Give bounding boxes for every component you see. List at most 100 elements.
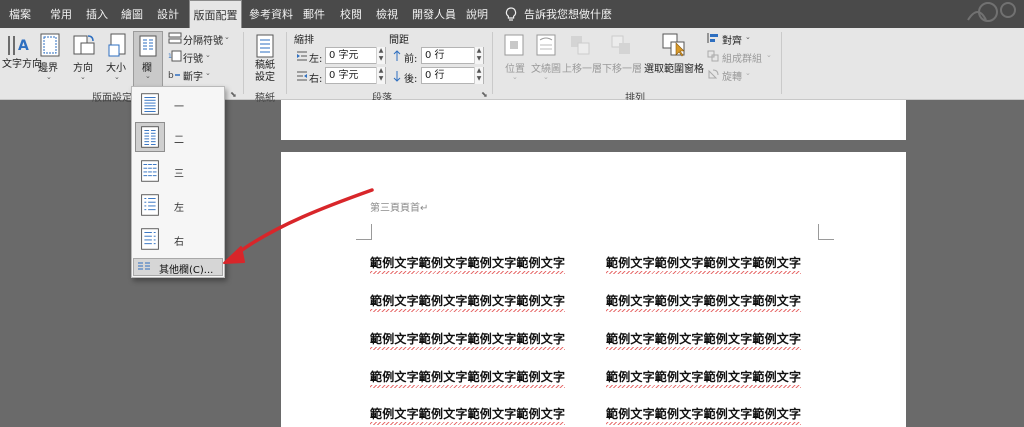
tab-draw[interactable]: 繪圖 — [121, 0, 143, 28]
hyphenation-button[interactable]: 斷字 — [183, 68, 203, 83]
selection-pane-button[interactable]: 選取範圍窗格 — [644, 60, 704, 75]
document-page[interactable] — [281, 100, 906, 140]
columns-option-left[interactable]: 左 — [132, 189, 224, 221]
left-column-icon — [141, 194, 159, 216]
align-button[interactable]: 對齊 — [722, 32, 742, 47]
selection-pane-icon — [662, 33, 685, 57]
breaks-icon — [168, 32, 182, 44]
breaks-button[interactable]: 分隔符號 — [183, 32, 223, 47]
column-text-line[interactable]: 範例文字範例文字範例文字範例文字 — [370, 368, 566, 388]
tab-references[interactable]: 參考資料 — [249, 0, 293, 28]
tab-design[interactable]: 設計 — [157, 0, 179, 28]
spacing-after-value: 0 行 — [425, 70, 445, 81]
tab-insert[interactable]: 插入 — [86, 0, 108, 28]
svg-text:1: 1 — [168, 53, 172, 60]
orientation-icon — [73, 35, 95, 55]
more-columns-button[interactable]: 其他欄(C)... — [133, 258, 223, 276]
indent-header: 縮排 — [294, 35, 314, 46]
tab-file[interactable]: 檔案 — [9, 0, 31, 28]
columns-option-one[interactable]: 一 — [132, 88, 224, 120]
chevron-down-icon: ⌄ — [114, 73, 120, 81]
page-setup-group-label: 版面設定 — [92, 93, 132, 104]
column-text-line[interactable]: 範例文字範例文字範例文字範例文字 — [606, 368, 802, 388]
dialog-launcher-icon[interactable]: ⬊ — [481, 90, 488, 99]
lightbulb-icon — [505, 7, 517, 21]
send-backward-icon — [611, 35, 630, 54]
three-columns-icon — [141, 160, 159, 182]
svg-text:b: b — [168, 71, 174, 80]
doodle-graphic — [967, 2, 1016, 22]
group-button[interactable]: 組成群組 — [722, 50, 762, 65]
page-header-text[interactable]: 第三頁頁首↵ — [370, 199, 428, 214]
indent-right-value: 0 字元 — [329, 70, 359, 81]
indent-left-icon — [297, 51, 307, 61]
spacing-before-spinner[interactable]: ▲ ▼ — [474, 47, 483, 64]
two-columns-icon — [135, 122, 165, 152]
column-text-line[interactable]: 範例文字範例文字範例文字範例文字 — [606, 330, 802, 350]
columns-option-two[interactable]: 二 — [132, 121, 224, 153]
column-text-line[interactable]: 範例文字範例文字範例文字範例文字 — [370, 330, 566, 350]
send-backward-button[interactable]: 下移一層 — [602, 60, 642, 75]
columns-option-right[interactable]: 右 — [132, 223, 224, 255]
chevron-down-icon: ⌄ — [543, 73, 549, 81]
hyphenation-icon: b — [168, 71, 180, 80]
size-button[interactable]: 大小 — [106, 59, 126, 74]
columns-option-label: 二 — [174, 135, 184, 146]
chevron-down-icon: ⌄ — [766, 51, 772, 59]
column-text-line[interactable]: 範例文字範例文字範例文字範例文字 — [370, 405, 566, 425]
one-column-icon — [141, 93, 159, 115]
line-numbers-button[interactable]: 行號 — [183, 50, 203, 65]
tab-review[interactable]: 校閱 — [340, 0, 362, 28]
tab-view[interactable]: 檢視 — [376, 0, 398, 28]
group-icon — [707, 50, 719, 62]
indent-left-spinner[interactable]: ▲ ▼ — [376, 47, 385, 64]
indent-left-value: 0 字元 — [329, 50, 359, 61]
manuscript-settings-button[interactable]: 稿紙設定 — [254, 60, 276, 84]
rotate-icon — [708, 69, 719, 79]
spacing-after-spinner[interactable]: ▲ ▼ — [474, 67, 483, 84]
text-direction-button[interactable]: 文字方向 — [2, 59, 42, 71]
orientation-button[interactable]: 方向 — [73, 59, 93, 74]
indent-right-icon — [297, 71, 307, 81]
tab-layout[interactable]: 版面配置 — [189, 0, 242, 30]
tab-mailings[interactable]: 郵件 — [303, 0, 325, 28]
margins-icon — [40, 33, 60, 57]
dialog-launcher-icon[interactable]: ⬊ — [230, 90, 237, 99]
indent-left-label: 左: — [309, 54, 323, 65]
chevron-down-icon: ⌄ — [205, 51, 211, 59]
tell-me-box[interactable]: 告訴我您想做什麼 — [524, 0, 612, 28]
manuscript-icon — [256, 34, 274, 58]
column-text-line[interactable]: 範例文字範例文字範例文字範例文字 — [370, 292, 566, 312]
column-text-line[interactable]: 範例文字範例文字範例文字範例文字 — [606, 405, 802, 425]
columns-button[interactable]: 欄 ⌄ — [133, 31, 163, 89]
bring-forward-icon — [571, 36, 590, 55]
spacing-before-icon — [393, 50, 401, 61]
chevron-down-icon: ⌄ — [46, 73, 52, 81]
columns-dropdown-menu: 一 二 三 左 右 其他欄(C)... — [131, 86, 225, 278]
tab-help[interactable]: 說明 — [466, 0, 488, 28]
columns-option-label: 右 — [174, 237, 184, 248]
spacing-after-icon — [393, 71, 401, 82]
indent-right-spinner[interactable]: ▲ ▼ — [376, 67, 385, 84]
rotate-button[interactable]: 旋轉 — [722, 68, 742, 83]
wrap-text-icon — [536, 34, 556, 56]
column-text-line[interactable]: 範例文字範例文字範例文字範例文字 — [606, 254, 802, 274]
column-text-line[interactable]: 範例文字範例文字範例文字範例文字 — [370, 254, 566, 274]
column-text-line[interactable]: 範例文字範例文字範例文字範例文字 — [606, 292, 802, 312]
columns-option-three[interactable]: 三 — [132, 155, 224, 187]
right-column-icon — [141, 228, 159, 250]
chevron-down-icon: ⌄ — [205, 69, 211, 77]
tab-home[interactable]: 常用 — [50, 0, 72, 28]
manuscript-group-label: 稿紙 — [255, 93, 275, 104]
spacing-before-label: 前: — [404, 54, 418, 65]
crop-mark — [356, 224, 372, 240]
position-icon — [504, 34, 524, 56]
size-icon — [108, 33, 126, 57]
group-divider — [286, 32, 287, 94]
group-divider — [243, 32, 244, 94]
margins-button[interactable]: 邊界 — [38, 59, 58, 74]
tab-developer[interactable]: 開發人員 — [412, 0, 456, 28]
align-icon — [707, 33, 718, 43]
group-divider — [492, 32, 493, 94]
bring-forward-button[interactable]: 上移一層 — [562, 60, 602, 75]
